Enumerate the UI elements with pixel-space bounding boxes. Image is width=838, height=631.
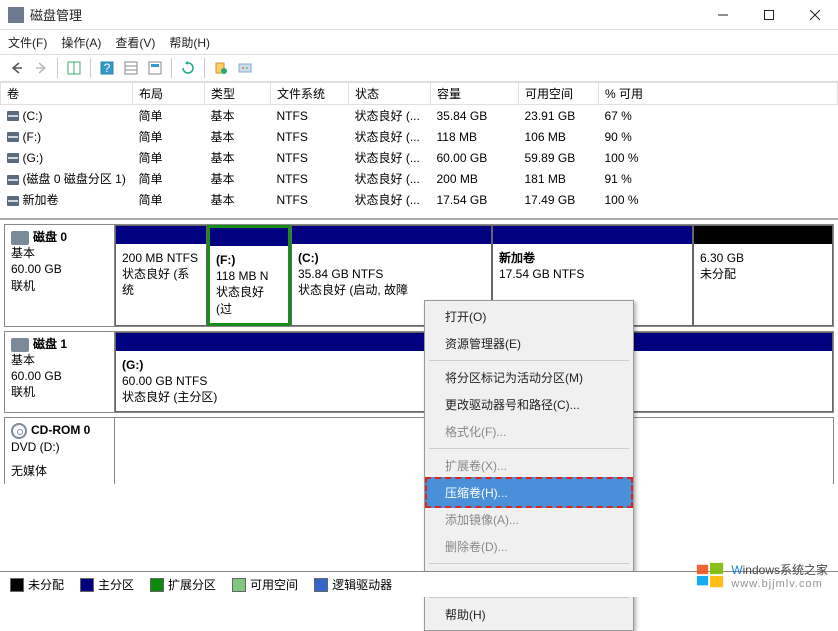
menu-format: 格式化(F)... <box>427 418 631 445</box>
partition[interactable]: 200 MB NTFS状态良好 (系统 <box>115 225 207 326</box>
view-split-icon[interactable] <box>63 57 85 79</box>
disk-graph-area: 磁盘 0 基本 60.00 GB 联机 200 MB NTFS状态良好 (系统 … <box>0 218 838 484</box>
partition-unallocated[interactable]: 6.30 GB未分配 <box>693 225 833 326</box>
table-row[interactable]: (C:)简单基本NTFS状态良好 (...35.84 GB23.91 GB67 … <box>1 105 838 127</box>
volume-icon <box>7 111 19 121</box>
volume-icon <box>7 153 19 163</box>
menu-open[interactable]: 打开(O) <box>427 303 631 330</box>
cdrom-header[interactable]: CD-ROM 0 DVD (D:) 无媒体 <box>5 418 115 483</box>
legend-free: 可用空间 <box>250 576 298 593</box>
col-free[interactable]: 可用空间 <box>519 83 599 105</box>
menu-view[interactable]: 查看(V) <box>115 34 155 51</box>
titlebar: 磁盘管理 <box>0 0 838 30</box>
menu-file[interactable]: 文件(F) <box>8 34 47 51</box>
menu-explorer[interactable]: 资源管理器(E) <box>427 330 631 357</box>
menu-action[interactable]: 操作(A) <box>61 34 101 51</box>
col-status[interactable]: 状态 <box>349 83 431 105</box>
col-type[interactable]: 类型 <box>205 83 271 105</box>
app-icon <box>8 7 24 23</box>
view-graph-icon[interactable] <box>144 57 166 79</box>
col-layout[interactable]: 布局 <box>133 83 205 105</box>
menu-shrink[interactable]: 压缩卷(H)... <box>425 477 633 508</box>
svg-text:?: ? <box>104 61 111 75</box>
col-pct[interactable]: % 可用 <box>599 83 838 105</box>
menu-add-mirror: 添加镜像(A)... <box>427 506 631 533</box>
toolbar: ? <box>0 54 838 82</box>
table-row[interactable]: (G:)简单基本NTFS状态良好 (...60.00 GB59.89 GB100… <box>1 147 838 168</box>
window-title: 磁盘管理 <box>30 5 700 24</box>
help-icon[interactable]: ? <box>96 57 118 79</box>
action-icon[interactable] <box>210 57 232 79</box>
legend-logical: 逻辑驱动器 <box>332 576 392 593</box>
watermark: Windows系统之家 www.bjjmlv.com <box>695 561 828 591</box>
refresh-icon[interactable] <box>177 57 199 79</box>
table-row[interactable]: (F:)简单基本NTFS状态良好 (...118 MB106 MB90 % <box>1 126 838 147</box>
settings-icon[interactable] <box>234 57 256 79</box>
menu-help[interactable]: 帮助(H) <box>169 34 210 51</box>
col-fs[interactable]: 文件系统 <box>271 83 349 105</box>
cdrom-row: CD-ROM 0 DVD (D:) 无媒体 <box>4 417 834 483</box>
menu-help[interactable]: 帮助(H) <box>427 601 631 628</box>
col-capacity[interactable]: 容量 <box>431 83 519 105</box>
menu-change-letter[interactable]: 更改驱动器号和路径(C)... <box>427 391 631 418</box>
table-row[interactable]: (磁盘 0 磁盘分区 1)简单基本NTFS状态良好 (...200 MB181 … <box>1 168 838 189</box>
cdrom-icon <box>11 423 27 439</box>
disk-1-row: 磁盘 1 基本 60.00 GB 联机 (G:)60.00 GB NTFS状态良… <box>4 331 834 414</box>
disk-0-row: 磁盘 0 基本 60.00 GB 联机 200 MB NTFS状态良好 (系统 … <box>4 224 834 327</box>
menubar: 文件(F) 操作(A) 查看(V) 帮助(H) <box>0 30 838 54</box>
maximize-button[interactable] <box>746 0 792 30</box>
menu-extend: 扩展卷(X)... <box>427 452 631 479</box>
minimize-button[interactable] <box>700 0 746 30</box>
table-row[interactable]: 新加卷简单基本NTFS状态良好 (...17.54 GB17.49 GB100 … <box>1 189 838 210</box>
volume-icon <box>7 175 19 185</box>
volume-icon <box>7 196 19 206</box>
windows-logo-icon <box>695 561 725 591</box>
view-list-icon[interactable] <box>120 57 142 79</box>
col-volume[interactable]: 卷 <box>1 83 133 105</box>
legend-extended: 扩展分区 <box>168 576 216 593</box>
menu-delete: 删除卷(D)... <box>427 533 631 560</box>
menu-mark-active[interactable]: 将分区标记为活动分区(M) <box>427 364 631 391</box>
volume-table: 卷 布局 类型 文件系统 状态 容量 可用空间 % 可用 (C:)简单基本NTF… <box>0 82 838 210</box>
forward-button[interactable] <box>30 57 52 79</box>
close-button[interactable] <box>792 0 838 30</box>
volume-icon <box>7 132 19 142</box>
back-button[interactable] <box>6 57 28 79</box>
disk-icon <box>11 231 29 245</box>
legend-unallocated: 未分配 <box>28 576 64 593</box>
table-header-row: 卷 布局 类型 文件系统 状态 容量 可用空间 % 可用 <box>1 83 838 105</box>
disk-0-header[interactable]: 磁盘 0 基本 60.00 GB 联机 <box>5 225 115 326</box>
partition-f[interactable]: (F:)118 MB N状态良好 (过 <box>207 225 291 326</box>
legend-primary: 主分区 <box>98 576 134 593</box>
disk-icon <box>11 338 29 352</box>
disk-1-header[interactable]: 磁盘 1 基本 60.00 GB 联机 <box>5 332 115 413</box>
